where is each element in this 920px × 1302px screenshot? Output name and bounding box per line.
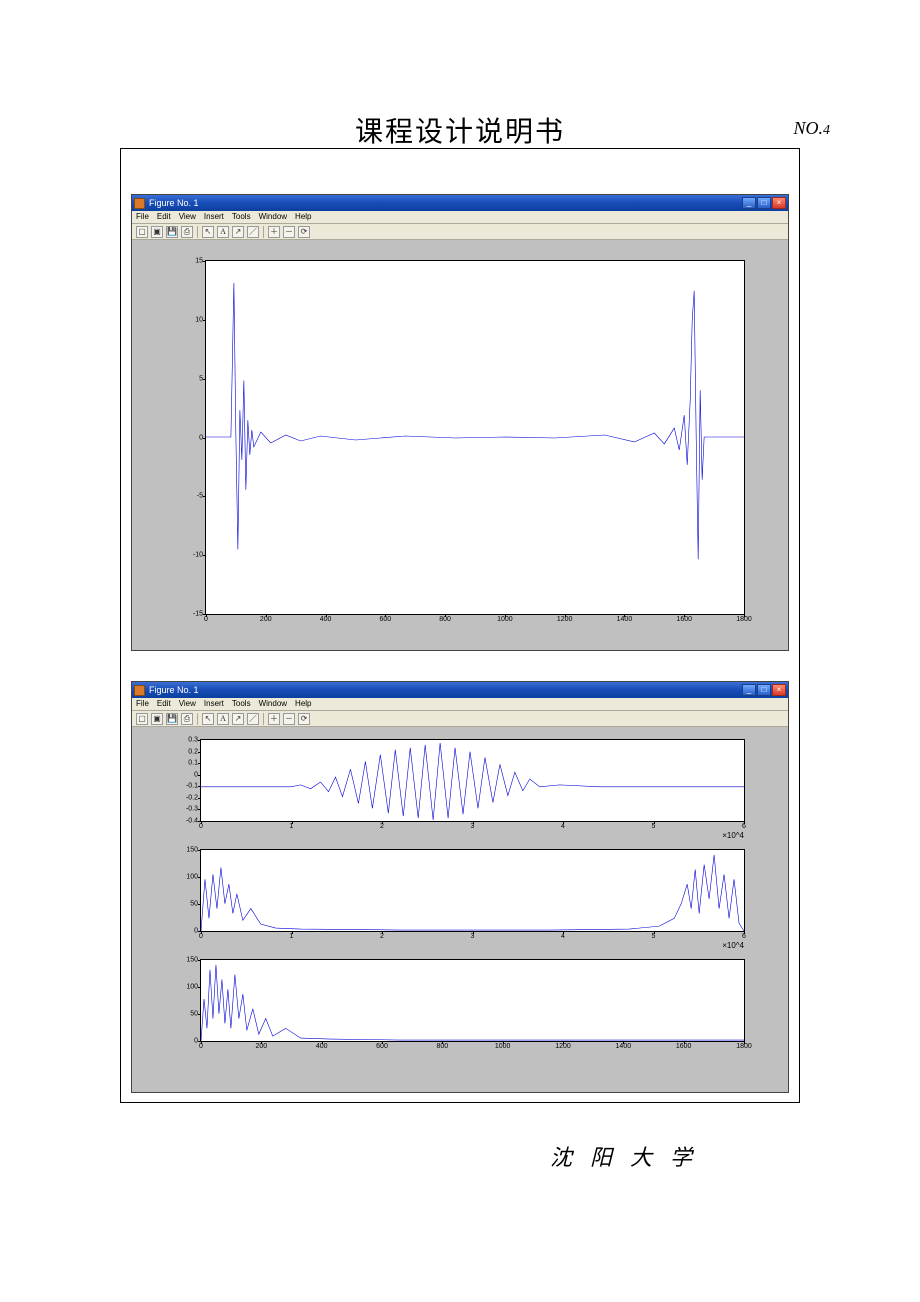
zoomout-icon[interactable]: － — [283, 226, 295, 238]
page-title: 课程设计说明书 — [355, 117, 565, 148]
menu-file[interactable]: File — [136, 699, 149, 709]
figure-window-1: Figure No. 1 _ □ × File Edit View Insert… — [131, 194, 789, 651]
maximize-button[interactable]: □ — [757, 197, 771, 209]
x-exponent: ×10^4 — [722, 941, 744, 950]
text-icon[interactable]: A — [217, 713, 229, 725]
open-icon[interactable]: ▣ — [151, 226, 163, 238]
new-icon[interactable]: ▢ — [136, 226, 148, 238]
window-title: Figure No. 1 — [149, 198, 199, 208]
axes-2: ×10^4 -0.4-0.3-0.2-0.100.10.20.30123456 — [200, 739, 745, 822]
figure-window-2: Figure No. 1 _ □ × File Edit View Insert… — [131, 681, 789, 1093]
close-button[interactable]: × — [772, 197, 786, 209]
menubar: File Edit View Insert Tools Window Help — [132, 698, 788, 711]
separator — [197, 713, 198, 725]
menu-edit[interactable]: Edit — [157, 699, 171, 709]
menu-window[interactable]: Window — [259, 212, 287, 222]
zoomin-icon[interactable]: ＋ — [268, 226, 280, 238]
window-title: Figure No. 1 — [149, 685, 199, 695]
zoomin-icon[interactable]: ＋ — [268, 713, 280, 725]
menu-view[interactable]: View — [179, 212, 196, 222]
print-icon[interactable]: ⎙ — [181, 226, 193, 238]
menu-window[interactable]: Window — [259, 699, 287, 709]
menu-file[interactable]: File — [136, 212, 149, 222]
matlab-icon — [134, 685, 145, 696]
minimize-button[interactable]: _ — [742, 684, 756, 696]
close-button[interactable]: × — [772, 684, 786, 696]
separator — [263, 713, 264, 725]
axes-3: ×10^4 0501001500123456 — [200, 849, 745, 932]
signal-plot-2 — [201, 740, 744, 821]
menu-insert[interactable]: Insert — [204, 699, 224, 709]
text-icon[interactable]: A — [217, 226, 229, 238]
axes-4: 0501001500200400600800100012001400160018… — [200, 959, 745, 1042]
signal-plot-1 — [206, 261, 744, 614]
menubar: File Edit View Insert Tools Window Help — [132, 211, 788, 224]
separator — [263, 226, 264, 238]
x-exponent: ×10^4 — [722, 831, 744, 840]
signal-plot-3 — [201, 850, 744, 931]
page-number: NO.4 — [793, 118, 830, 139]
pointer-icon[interactable]: ↖ — [202, 713, 214, 725]
print-icon[interactable]: ⎙ — [181, 713, 193, 725]
minimize-button[interactable]: _ — [742, 197, 756, 209]
menu-tools[interactable]: Tools — [232, 212, 251, 222]
rotate-icon[interactable]: ⟳ — [298, 226, 310, 238]
toolbar: ▢ ▣ 💾 ⎙ ↖ A ↗ ／ ＋ － ⟳ — [132, 711, 788, 727]
separator — [197, 226, 198, 238]
save-icon[interactable]: 💾 — [166, 226, 178, 238]
pointer-icon[interactable]: ↖ — [202, 226, 214, 238]
rotate-icon[interactable]: ⟳ — [298, 713, 310, 725]
toolbar: ▢ ▣ 💾 ⎙ ↖ A ↗ ／ ＋ － ⟳ — [132, 224, 788, 240]
arrow-icon[interactable]: ↗ — [232, 713, 244, 725]
menu-help[interactable]: Help — [295, 699, 311, 709]
open-icon[interactable]: ▣ — [151, 713, 163, 725]
menu-view[interactable]: View — [179, 699, 196, 709]
signal-plot-4 — [201, 960, 744, 1041]
menu-edit[interactable]: Edit — [157, 212, 171, 222]
titlebar: Figure No. 1 _ □ × — [132, 682, 788, 698]
save-icon[interactable]: 💾 — [166, 713, 178, 725]
line-icon[interactable]: ／ — [247, 226, 259, 238]
matlab-icon — [134, 198, 145, 209]
menu-help[interactable]: Help — [295, 212, 311, 222]
zoomout-icon[interactable]: － — [283, 713, 295, 725]
footer-university: 沈阳大学 — [0, 1140, 920, 1172]
menu-tools[interactable]: Tools — [232, 699, 251, 709]
maximize-button[interactable]: □ — [757, 684, 771, 696]
arrow-icon[interactable]: ↗ — [232, 226, 244, 238]
line-icon[interactable]: ／ — [247, 713, 259, 725]
axes-1: -15-10-505101502004006008001000120014001… — [205, 260, 745, 615]
content-frame: Figure No. 1 _ □ × File Edit View Insert… — [120, 148, 800, 1103]
menu-insert[interactable]: Insert — [204, 212, 224, 222]
titlebar: Figure No. 1 _ □ × — [132, 195, 788, 211]
new-icon[interactable]: ▢ — [136, 713, 148, 725]
